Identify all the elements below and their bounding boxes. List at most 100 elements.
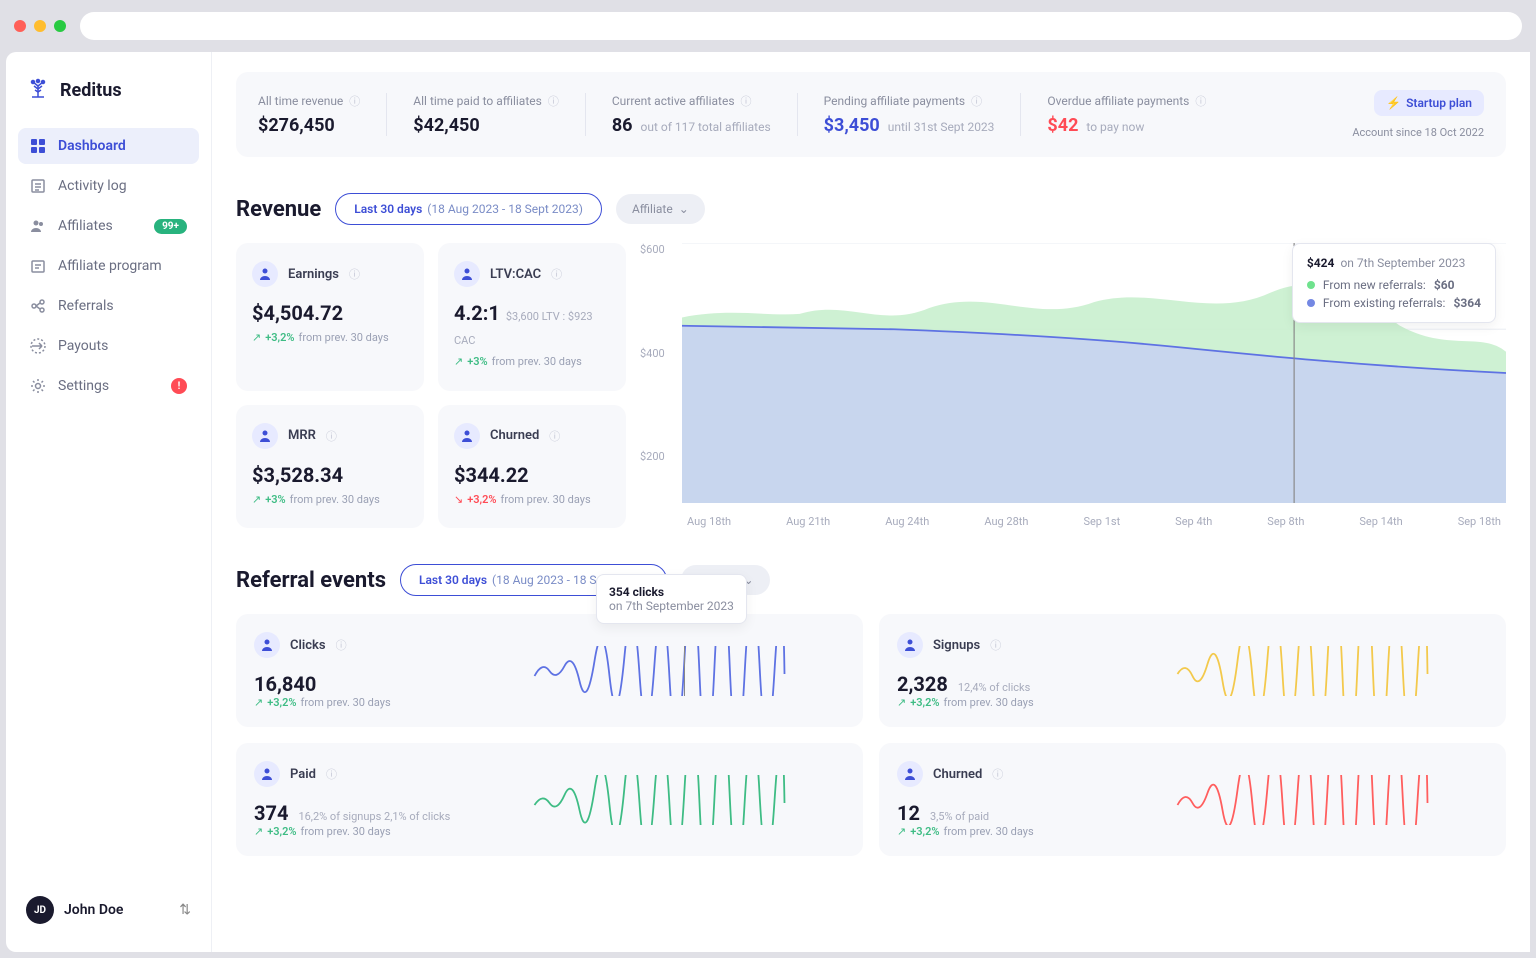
metric-label-text: Current active affiliates xyxy=(612,94,735,108)
ref-card-clicks: 354 clicks on 7th September 2023 Clicksⓘ… xyxy=(236,614,863,727)
affiliates-badge: 99+ xyxy=(154,219,187,234)
info-icon[interactable]: ⓘ xyxy=(551,266,562,282)
settings-alert-badge: ! xyxy=(171,378,187,394)
metric-label-text: All time revenue xyxy=(258,94,343,108)
user-menu[interactable]: JD John Doe ⇅ xyxy=(18,888,199,932)
chevron-down-icon: ⌄ xyxy=(679,202,689,216)
metric-label-text: All time paid to affiliates xyxy=(413,94,542,108)
ref-card-churned: Churnedⓘ 123,5% of paid ↗+3,2%from prev.… xyxy=(879,743,1506,856)
sidebar-item-activity[interactable]: Activity log xyxy=(18,168,199,204)
sidebar-item-label: Payouts xyxy=(58,338,108,354)
x-axis-labels: Aug 18thAug 21thAug 24thAug 28thSep 1stS… xyxy=(682,515,1506,528)
ref-card-paid: Paidⓘ 37416,2% of signups 2,1% of clicks… xyxy=(236,743,863,856)
sidebar-item-label: Dashboard xyxy=(58,138,126,154)
info-icon[interactable]: ⓘ xyxy=(548,93,559,109)
metric-overdue-payments: Overdue affiliate payments ⓘ $42 to pay no… xyxy=(1020,93,1232,136)
browser-chrome xyxy=(0,0,1536,52)
trend-up-icon: ↗ xyxy=(252,493,261,506)
chevron-up-down-icon: ⇅ xyxy=(179,902,191,918)
revenue-stat-grid: Earningsⓘ $4,504.72 ↗+3,2%from prev. 30 … xyxy=(236,243,626,528)
account-info: ⚡Startup plan Account since 18 Oct 2022 xyxy=(1352,90,1484,139)
brand[interactable]: Reditus xyxy=(18,72,199,128)
sidebar-item-affiliates[interactable]: Affiliates 99+ xyxy=(18,208,199,244)
info-icon[interactable]: ⓘ xyxy=(971,93,982,109)
info-icon[interactable]: ⓘ xyxy=(349,266,360,282)
signups-icon xyxy=(897,632,923,658)
brand-logo-icon xyxy=(26,76,50,104)
metric-value: $42,450 xyxy=(413,115,559,136)
churned-icon xyxy=(454,423,480,449)
mrr-icon xyxy=(252,423,278,449)
info-icon[interactable]: ⓘ xyxy=(336,637,347,653)
metric-value: $42 xyxy=(1047,115,1078,136)
sidebar-item-payouts[interactable]: Payouts xyxy=(18,328,199,364)
sidebar-item-dashboard[interactable]: Dashboard xyxy=(18,128,199,164)
metric-value: $3,450 xyxy=(824,115,880,136)
sidebar: Reditus Dashboard Activity log Affiliate… xyxy=(6,52,212,952)
info-icon[interactable]: ⓘ xyxy=(741,93,752,109)
trend-up-icon: ↗ xyxy=(254,825,263,838)
legend-dot-icon xyxy=(1307,281,1315,289)
trend-up-icon: ↗ xyxy=(897,825,906,838)
stat-card-churned: Churnedⓘ $344.22 ↘+3,2%from prev. 30 day… xyxy=(438,405,626,529)
paid-icon xyxy=(254,761,280,787)
trend-up-icon: ↗ xyxy=(252,331,261,344)
metric-label-text: Overdue affiliate payments xyxy=(1047,94,1189,108)
referrals-icon xyxy=(30,298,46,314)
info-icon[interactable]: ⓘ xyxy=(992,766,1003,782)
metric-pending-payments: Pending affiliate paymentsⓘ $3,450until … xyxy=(797,93,1021,136)
section-title-revenue: Revenue xyxy=(236,197,321,222)
sparkline xyxy=(1117,775,1488,825)
program-icon xyxy=(30,258,46,274)
lightning-icon: ⚡ xyxy=(1386,96,1401,110)
stat-card-earnings: Earningsⓘ $4,504.72 ↗+3,2%from prev. 30 … xyxy=(236,243,424,391)
revenue-chart[interactable]: $600 $400 $200 xyxy=(646,243,1506,528)
account-since: Account since 18 Oct 2022 xyxy=(1352,126,1484,139)
plan-badge[interactable]: ⚡Startup plan xyxy=(1374,90,1484,116)
sidebar-nav: Dashboard Activity log Affiliates 99+ Af… xyxy=(18,128,199,404)
period-selector[interactable]: Last 30 days (18 Aug 2023 - 18 Sept 2023… xyxy=(335,193,602,225)
info-icon[interactable]: ⓘ xyxy=(990,637,1001,653)
clicks-tooltip: 354 clicks on 7th September 2023 xyxy=(596,574,747,624)
sidebar-item-program[interactable]: Affiliate program xyxy=(18,248,199,284)
main-content: All time revenueⓘ $276,450 All time paid… xyxy=(212,52,1530,952)
trend-up-icon: ↗ xyxy=(454,355,463,368)
list-icon xyxy=(30,178,46,194)
referral-section: Referral events Last 30 days (18 Aug 202… xyxy=(236,564,1506,856)
ref-card-signups: Signupsⓘ 2,32812,4% of clicks ↗+3,2%from… xyxy=(879,614,1506,727)
stat-card-ltvcac: LTV:CACⓘ 4.2:1$3,600 LTV : $923 CAC ↗+3%… xyxy=(438,243,626,391)
info-icon[interactable]: ⓘ xyxy=(1195,93,1206,109)
ratio-icon xyxy=(454,261,480,287)
legend-dot-icon xyxy=(1307,299,1315,307)
user-name: John Doe xyxy=(64,902,123,918)
url-bar[interactable] xyxy=(80,12,1522,40)
metric-all-time-revenue: All time revenueⓘ $276,450 xyxy=(258,93,386,136)
window-minimize-icon[interactable] xyxy=(34,20,46,32)
sidebar-item-settings[interactable]: Settings ! xyxy=(18,368,199,404)
section-title-referral: Referral events xyxy=(236,568,386,593)
trend-up-icon: ↗ xyxy=(897,696,906,709)
sidebar-item-label: Affiliate program xyxy=(58,258,162,274)
traffic-lights xyxy=(14,20,66,32)
stat-card-mrr: MRRⓘ $3,528.34 ↗+3%from prev. 30 days xyxy=(236,405,424,529)
info-icon[interactable]: ⓘ xyxy=(326,428,337,444)
brand-name: Reditus xyxy=(60,80,122,101)
trend-up-icon: ↗ xyxy=(254,696,263,709)
window-maximize-icon[interactable] xyxy=(54,20,66,32)
info-icon[interactable]: ⓘ xyxy=(549,428,560,444)
sidebar-item-referrals[interactable]: Referrals xyxy=(18,288,199,324)
sidebar-item-label: Settings xyxy=(58,378,109,394)
avatar: JD xyxy=(26,896,54,924)
sidebar-item-label: Activity log xyxy=(58,178,127,194)
revenue-tooltip: $424on 7th September 2023 From new refer… xyxy=(1292,243,1496,323)
churned-icon xyxy=(897,761,923,787)
revenue-section: Revenue Last 30 days (18 Aug 2023 - 18 S… xyxy=(236,193,1506,528)
window-close-icon[interactable] xyxy=(14,20,26,32)
info-icon[interactable]: ⓘ xyxy=(349,93,360,109)
users-icon xyxy=(30,218,46,234)
clicks-icon xyxy=(254,632,280,658)
info-icon[interactable]: ⓘ xyxy=(326,766,337,782)
sidebar-item-label: Affiliates xyxy=(58,218,113,234)
filter-selector[interactable]: Affiliate⌄ xyxy=(616,194,705,224)
metric-sub: to pay now xyxy=(1086,120,1144,134)
